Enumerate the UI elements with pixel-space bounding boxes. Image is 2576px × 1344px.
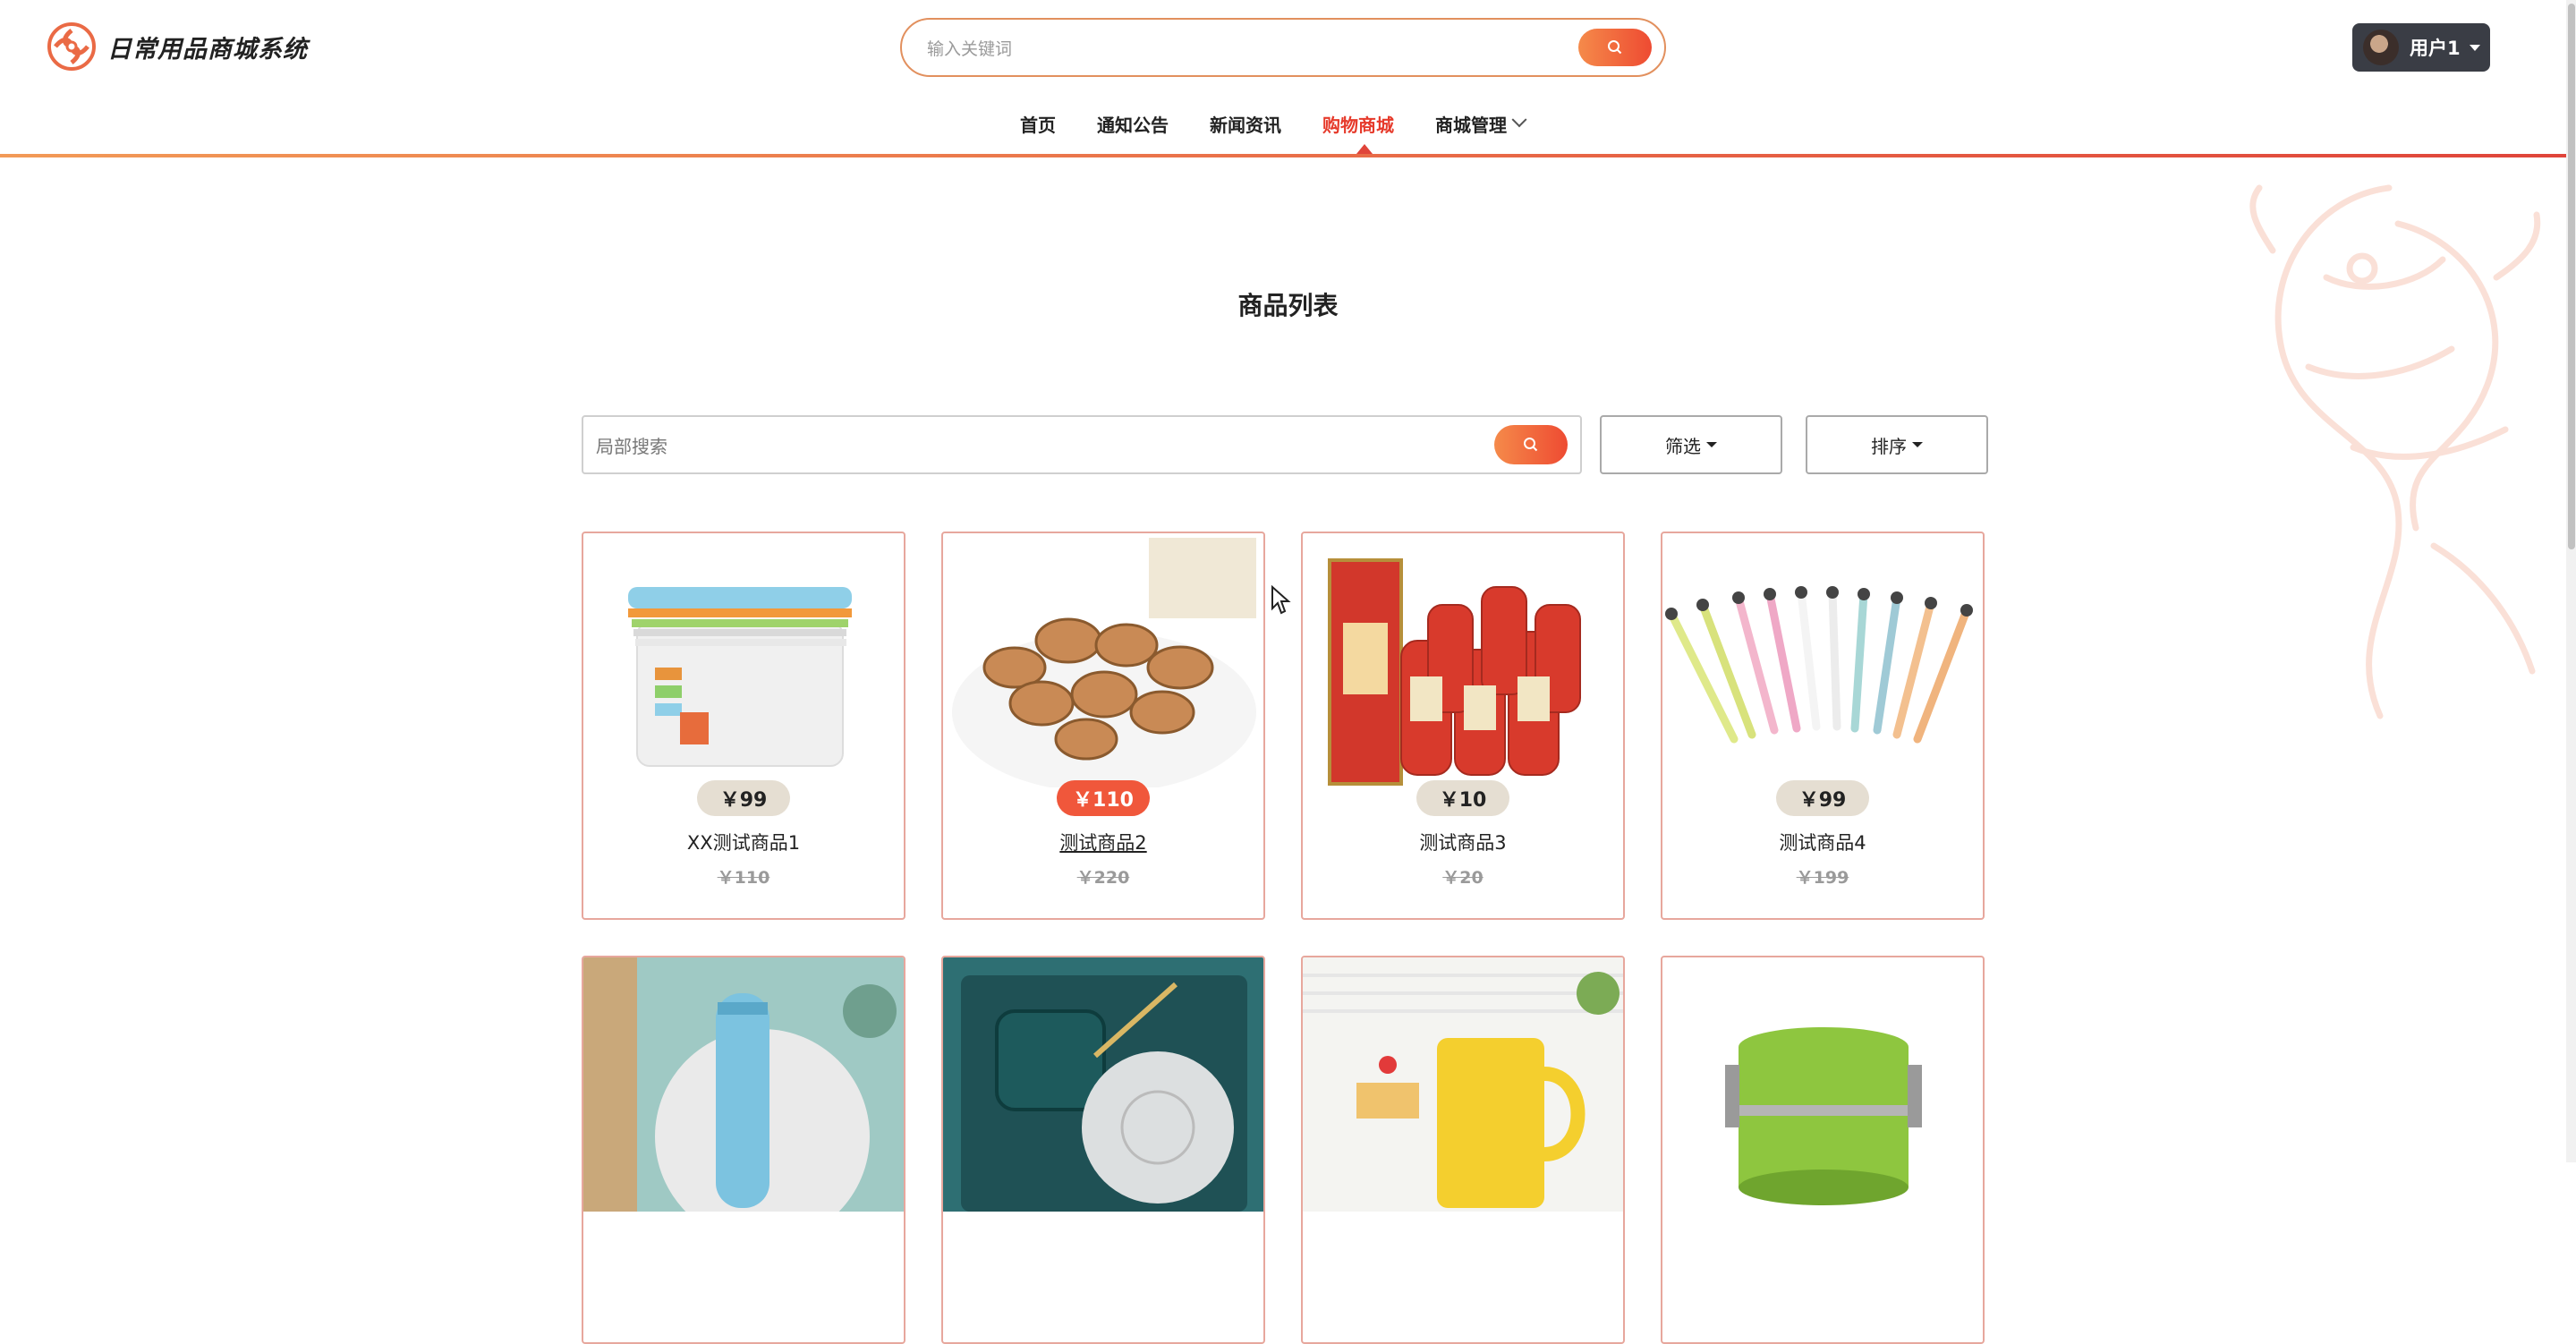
product-image-blue-thermos <box>583 957 904 1212</box>
product-card[interactable]: ￥110 测试商品2 ￥220 <box>941 532 1265 920</box>
product-image-yellow-mug <box>1303 957 1623 1212</box>
local-search-input[interactable] <box>594 430 1457 464</box>
nav-item-home[interactable]: 首页 <box>1020 111 1056 137</box>
product-card[interactable]: ￥99 XX测试商品1 ￥110 <box>582 532 905 920</box>
product-grid: ￥99 XX测试商品1 ￥110 ￥110 测试商品2 ￥220 ￥10 测试商… <box>582 532 1986 1344</box>
user-name: 用户1 <box>2410 38 2461 59</box>
caret-down-icon <box>2469 44 2480 51</box>
product-image-lunch-box <box>1725 1027 1922 1205</box>
product-image-mug-gift-set <box>943 957 1263 1212</box>
site-header: 日常用品商城系统 用户1 首页 通知公告 新闻资讯 购物商城 商城管理 <box>0 0 2576 157</box>
avatar <box>2363 30 2399 65</box>
search-icon <box>1608 40 1622 55</box>
site-logo[interactable]: 日常用品商城系统 <box>47 21 308 72</box>
product-name[interactable]: 测试商品2 <box>943 829 1263 855</box>
main-nav: 首页 通知公告 新闻资讯 购物商城 商城管理 <box>1020 107 1566 140</box>
product-image-liquor-bottles <box>1328 558 1581 786</box>
global-search-input[interactable] <box>925 32 1573 66</box>
app-title: 日常用品商城系统 <box>107 35 308 64</box>
sort-label: 排序 <box>1871 435 1907 457</box>
mouse-cursor-icon <box>1271 585 1291 615</box>
local-search-box <box>582 415 1582 474</box>
caret-down-icon <box>1912 442 1923 447</box>
nav-divider <box>0 154 2576 157</box>
filter-dropdown-button[interactable]: 筛选 <box>1600 415 1782 474</box>
nav-item-management[interactable]: 商城管理 <box>1435 111 1527 137</box>
product-card[interactable] <box>1301 956 1625 1344</box>
search-icon <box>1524 438 1538 452</box>
sort-dropdown-button[interactable]: 排序 <box>1806 415 1988 474</box>
product-card[interactable]: ￥99 测试商品4 ￥199 <box>1661 532 1985 920</box>
price-badge: ￥10 <box>1416 780 1509 816</box>
page-scrollbar-thumb[interactable] <box>2568 4 2575 549</box>
original-price: ￥110 <box>717 868 770 888</box>
user-menu-button[interactable]: 用户1 <box>2352 23 2490 72</box>
product-name[interactable]: XX测试商品1 <box>583 829 904 855</box>
price-badge: ￥110 <box>1057 780 1150 816</box>
page-title: 商品列表 <box>1237 291 1339 320</box>
product-card[interactable] <box>941 956 1265 1344</box>
product-card[interactable]: ￥10 测试商品3 ￥20 <box>1301 532 1625 920</box>
product-image-almonds <box>952 538 1256 787</box>
chevron-down-icon <box>1511 112 1527 128</box>
local-search-button[interactable] <box>1494 425 1568 464</box>
original-price: ￥20 <box>1442 868 1484 888</box>
price-badge: ￥99 <box>697 780 790 816</box>
nav-item-shop[interactable]: 购物商城 <box>1322 111 1394 137</box>
product-image-toothbrushes <box>1665 586 1973 744</box>
global-search-button[interactable] <box>1578 29 1652 66</box>
product-card[interactable] <box>582 956 905 1344</box>
nav-item-notice[interactable]: 通知公告 <box>1097 111 1169 137</box>
nav-item-management-label: 商城管理 <box>1435 114 1507 136</box>
caret-down-icon <box>1706 442 1717 447</box>
logo-icon <box>47 22 96 71</box>
price-badge: ￥99 <box>1776 780 1869 816</box>
product-name[interactable]: 测试商品3 <box>1303 829 1623 855</box>
nav-item-news[interactable]: 新闻资讯 <box>1210 111 1281 137</box>
product-name[interactable]: 测试商品4 <box>1662 829 1983 855</box>
active-nav-marker <box>1356 144 1373 154</box>
global-search-box <box>900 18 1666 77</box>
original-price: ￥220 <box>1076 868 1130 888</box>
product-card[interactable] <box>1661 956 1985 1344</box>
dragon-watermark-icon <box>2249 184 2541 719</box>
original-price: ￥199 <box>1796 868 1849 888</box>
filter-label: 筛选 <box>1665 435 1701 457</box>
product-image-storage-boxes <box>628 587 852 767</box>
